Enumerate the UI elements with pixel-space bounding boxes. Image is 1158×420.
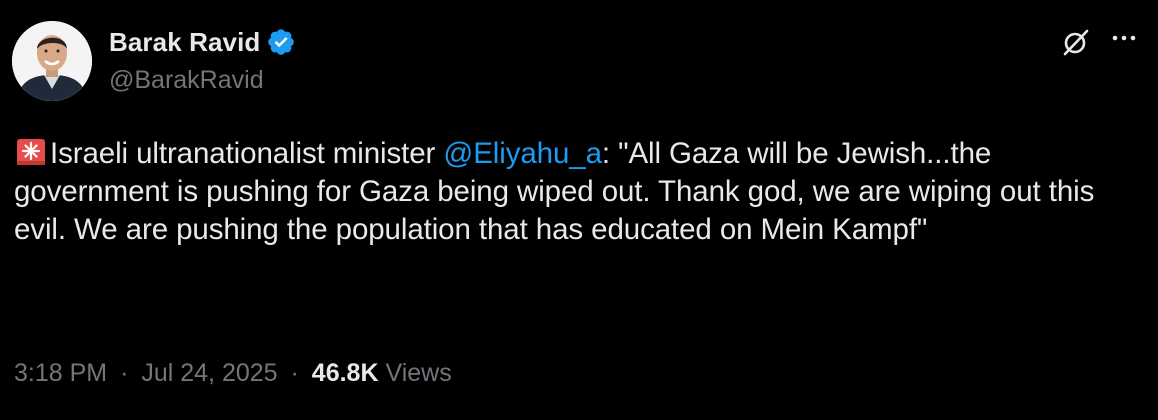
rotating-light-emoji-icon xyxy=(14,134,48,168)
more-options-icon[interactable] xyxy=(1108,28,1140,48)
mention-link[interactable]: @Eliyahu_a xyxy=(443,137,602,170)
tweet-meta: 3:18 PM · Jul 24, 2025 · 46.8K Views xyxy=(14,359,452,388)
verified-badge-icon[interactable] xyxy=(266,27,296,57)
tweet-time[interactable]: 3:18 PM xyxy=(14,359,107,387)
grok-icon[interactable] xyxy=(1061,27,1091,57)
meta-separator: · xyxy=(120,359,129,387)
avatar[interactable] xyxy=(12,21,92,101)
author-display-name[interactable]: Barak Ravid xyxy=(109,27,260,58)
tweet-text-part1: Israeli ultranationalist minister xyxy=(50,137,444,170)
author-name-row: Barak Ravid xyxy=(109,27,296,57)
tweet-text: Israeli ultranationalist minister @Eliya… xyxy=(14,134,1144,249)
tweet-date[interactable]: Jul 24, 2025 xyxy=(141,359,277,387)
meta-separator: · xyxy=(290,359,299,387)
views-label: Views xyxy=(385,359,452,387)
author-handle[interactable]: @BarakRavid xyxy=(109,66,264,95)
views-count[interactable]: 46.8K xyxy=(312,359,379,387)
tweet-card: Barak Ravid @BarakRavid Israeli ultranat… xyxy=(0,0,1158,420)
